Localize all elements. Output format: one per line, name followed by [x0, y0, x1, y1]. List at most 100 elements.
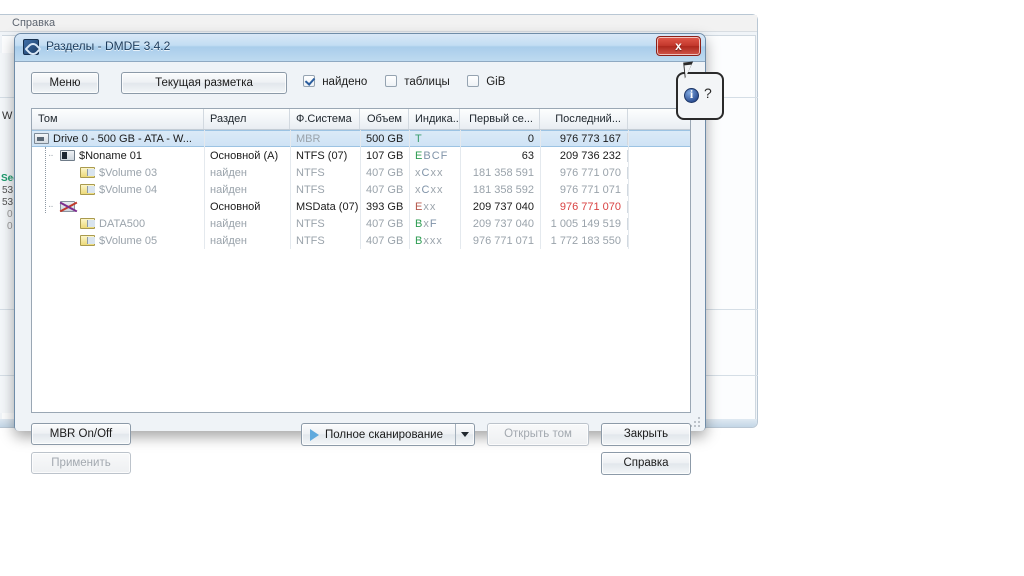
cell-indicators: BxF	[409, 218, 460, 230]
chevron-down-icon[interactable]	[456, 424, 474, 445]
checkbox-tables-box[interactable]	[385, 75, 397, 87]
indicator-letter: T	[415, 132, 423, 145]
cell-partition: Основной	[210, 200, 261, 213]
partitions-table: Том Раздел Ф.Система Объем Индика... Пер…	[31, 108, 691, 413]
cell-first-sector: 976 771 071	[472, 234, 534, 247]
cell-volume-label: $Noname 01	[79, 149, 142, 162]
cell-first-sector: 209 737 040	[472, 217, 534, 230]
cell-indicators: Bxxx	[409, 235, 460, 247]
checkbox-gib-label: GiB	[486, 76, 506, 88]
cell-volume-label: $Volume 04	[99, 183, 158, 196]
cell-first-sector: 181 358 591	[472, 166, 534, 179]
checkbox-found-label: найдено	[322, 76, 368, 88]
column-header-last-sector[interactable]: Последний...	[540, 109, 628, 129]
cell-last-sector: 1 005 149 519	[540, 217, 628, 230]
cell-first-sector: 0	[527, 132, 534, 145]
table-row[interactable]: $Volume 05 найден NTFS 407 GB Bxxx 976 771 07…	[32, 232, 690, 249]
table-row[interactable]: ·· Основной MSData (07) 393 GB Exx 209 737 04…	[32, 198, 690, 215]
cell-indicators: T	[409, 133, 460, 145]
cell-volume: Drive 0 - 500 GB - ATA - W...	[32, 133, 204, 145]
full-scan-main[interactable]: Полное сканирование	[302, 424, 456, 445]
checkbox-gib-box[interactable]	[467, 75, 479, 87]
help-callout[interactable]: ?	[676, 61, 724, 120]
play-icon	[310, 428, 319, 441]
cell-volume-label: Drive 0 - 500 GB - ATA - W...	[53, 132, 192, 145]
cell-filesystem: MSData (07)	[296, 200, 359, 213]
cell-first-sector: 63	[521, 149, 534, 162]
apply-button[interactable]: Применить	[31, 452, 131, 474]
drive-icon	[34, 133, 49, 144]
cell-last-sector: 976 771 070	[540, 200, 628, 213]
current-layout-button[interactable]: Текущая разметка	[121, 72, 287, 94]
cell-partition: Основной (A)	[210, 149, 279, 162]
close-dialog-button[interactable]: Закрыть	[601, 423, 691, 446]
cell-last-sector: 976 771 070	[540, 166, 628, 179]
tree-branch-icon: ··	[48, 150, 54, 161]
column-header-indicators[interactable]: Индика...	[409, 109, 460, 129]
checkbox-tables[interactable]: таблицы	[385, 75, 450, 88]
table-body: Drive 0 - 500 GB - ATA - W... MBR 500 GB T 0…	[32, 130, 690, 249]
tree-branch-icon: ··	[48, 201, 54, 212]
full-scan-button[interactable]: Полное сканирование	[301, 423, 475, 446]
cell-partition: найден	[210, 217, 247, 230]
checkbox-tables-label: таблицы	[404, 76, 450, 88]
background-fragment-w: W	[2, 110, 13, 122]
column-header-volume[interactable]: Том	[32, 109, 204, 129]
dialog-titlebar[interactable]: Разделы - DMDE 3.4.2 x	[15, 34, 705, 62]
mbr-onoff-button[interactable]: MBR On/Off	[31, 423, 131, 445]
crossed-partition-icon	[60, 201, 75, 212]
cell-indicators: xCxx	[409, 184, 460, 196]
checkbox-gib[interactable]: GiB	[467, 75, 505, 88]
question-mark-icon[interactable]: ?	[704, 85, 712, 101]
indicator-letter: x	[436, 234, 443, 247]
volume-icon	[80, 167, 95, 178]
cell-size: 407 GB	[366, 183, 404, 196]
cell-filesystem: NTFS	[296, 217, 325, 230]
screen: Справка W Sec 53 53 0 0 Разделы - DMDE 3…	[0, 0, 1024, 576]
cell-volume: ·· $Noname 01	[32, 150, 204, 162]
info-icon[interactable]	[684, 87, 699, 103]
cell-first-sector: 181 358 592	[472, 183, 534, 196]
indicator-letter: F	[429, 217, 438, 230]
cell-size: 500 GB	[366, 132, 404, 145]
menu-button[interactable]: Меню	[31, 72, 99, 94]
background-fragment-n4: 0	[7, 221, 13, 232]
column-header-first-sector[interactable]: Первый се...	[460, 109, 540, 129]
checkbox-found-box[interactable]	[303, 75, 315, 87]
cell-volume-label: DATA500	[99, 217, 146, 230]
cell-size: 393 GB	[366, 200, 404, 213]
table-row[interactable]: Drive 0 - 500 GB - ATA - W... MBR 500 GB T 0…	[32, 130, 690, 147]
help-button[interactable]: Справка	[601, 452, 691, 475]
column-header-filesystem[interactable]: Ф.Система	[290, 109, 360, 129]
cell-size: 407 GB	[366, 234, 404, 247]
indicator-letter: F	[440, 149, 449, 162]
background-menu-help[interactable]: Справка	[8, 16, 59, 30]
cell-indicators: xCxx	[409, 167, 460, 179]
cell-size: 107 GB	[366, 149, 404, 162]
open-volume-button[interactable]: Открыть том	[487, 423, 589, 446]
table-row[interactable]: $Volume 03 найден NTFS 407 GB xCxx 181 358 59…	[32, 164, 690, 181]
close-button[interactable]: x	[656, 36, 701, 56]
full-scan-label: Полное сканирование	[325, 428, 443, 441]
table-row[interactable]: $Volume 04 найден NTFS 407 GB xCxx 181 358 59…	[32, 181, 690, 198]
toolbar: Меню Текущая разметка найдено таблицы Gi…	[31, 72, 691, 100]
partition-icon	[60, 150, 75, 161]
column-header-partition[interactable]: Раздел	[204, 109, 290, 129]
resize-grip[interactable]	[690, 417, 701, 428]
table-row[interactable]: ·· $Noname 01 Основной (A) NTFS (07) 107 GB E…	[32, 147, 690, 164]
indicator-letter: x	[429, 200, 437, 213]
checkbox-found[interactable]: найдено	[303, 75, 367, 88]
background-fragment-n2: 53	[2, 197, 14, 208]
column-header-size[interactable]: Объем	[360, 109, 409, 129]
dialog-title: Разделы - DMDE 3.4.2	[46, 39, 171, 53]
table-row[interactable]: DATA500 найден NTFS 407 GB BxF 209 737 040 1 0…	[32, 215, 690, 232]
table-header-row: Том Раздел Ф.Система Объем Индика... Пер…	[32, 109, 690, 130]
cell-size: 407 GB	[366, 166, 404, 179]
volume-icon	[80, 235, 95, 246]
cell-last-sector: 976 773 167	[540, 132, 628, 145]
cell-volume-label: $Volume 03	[99, 166, 158, 179]
cell-indicators: Exx	[409, 201, 460, 213]
cell-filesystem: NTFS	[296, 166, 325, 179]
cell-filesystem: NTFS (07)	[296, 149, 348, 162]
app-icon	[23, 39, 39, 55]
